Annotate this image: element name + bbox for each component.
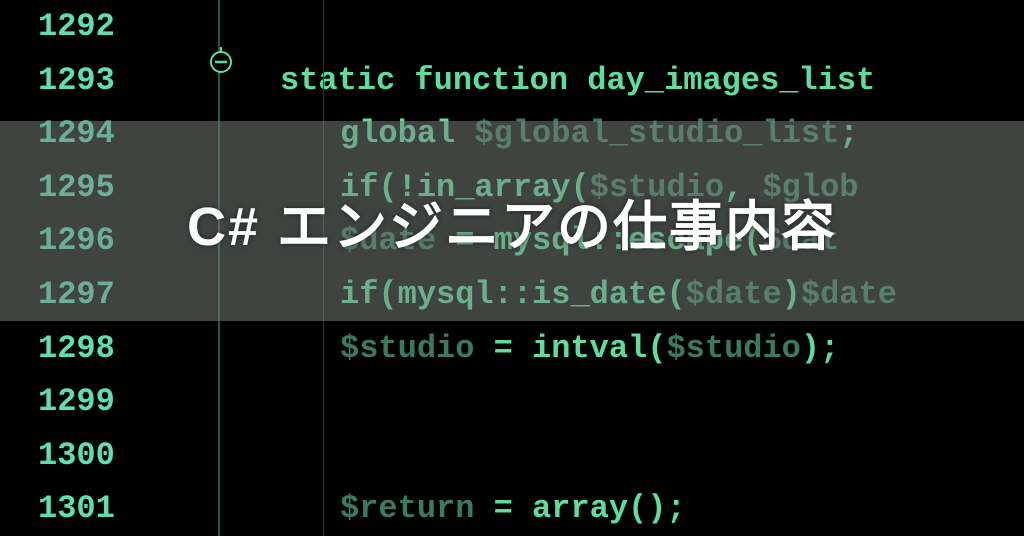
code-token: $studio	[340, 330, 474, 367]
title-overlay-band: C# エンジニアの仕事内容	[0, 121, 1024, 321]
code-line[interactable]	[280, 375, 1024, 429]
code-token: $studio	[666, 330, 800, 367]
line-number: 1299	[0, 375, 205, 429]
code-token: $return	[340, 490, 474, 527]
code-token: = intval(	[474, 330, 666, 367]
code-line[interactable]	[280, 429, 1024, 483]
code-line[interactable]	[280, 0, 1024, 54]
line-number: 1292	[0, 0, 205, 54]
code-token: static function day_images_list	[280, 62, 875, 99]
code-token: = array();	[474, 490, 685, 527]
code-line[interactable]: static function day_images_list	[280, 54, 1024, 108]
code-line[interactable]: $studio = intval($studio);	[280, 322, 1024, 376]
code-line[interactable]: $return = array();	[280, 482, 1024, 536]
overlay-title: C# エンジニアの仕事内容	[187, 182, 837, 261]
line-number: 1298	[0, 322, 205, 376]
code-token: );	[801, 330, 839, 367]
line-number: 1300	[0, 429, 205, 483]
fold-collapse-icon[interactable]	[205, 44, 237, 76]
line-number: 1293	[0, 54, 205, 108]
line-number: 1301	[0, 482, 205, 536]
